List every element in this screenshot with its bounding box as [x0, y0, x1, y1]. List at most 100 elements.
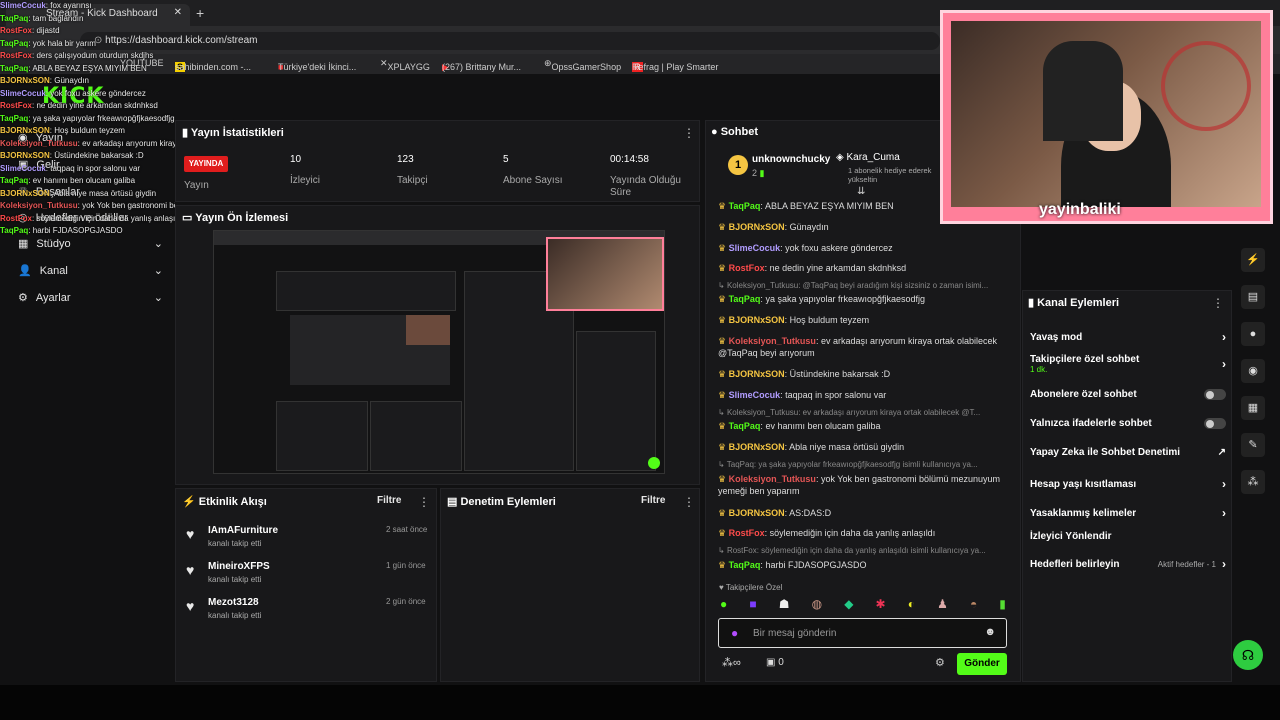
- chat-username[interactable]: BJORNxSON: [729, 315, 785, 325]
- chat-username[interactable]: BJORNxSON: [729, 508, 785, 518]
- channel-action-item[interactable]: Yalnızca ifadelerle sohbet: [1030, 418, 1226, 429]
- channel-action-item[interactable]: İzleyici Yönlendir: [1030, 531, 1226, 542]
- more-options-icon[interactable]: ⋮: [418, 495, 430, 509]
- chat-text: taqpaq in spor salonu var: [785, 390, 887, 400]
- overlay-chat-line: BJORNxSON: Hoş buldum teyzem: [0, 126, 125, 135]
- chat-username[interactable]: BJORNxSON: [729, 442, 785, 452]
- chat-username[interactable]: RostFox: [729, 528, 765, 538]
- emote-icon[interactable]: ◍: [812, 597, 822, 613]
- more-options-icon[interactable]: ⋮: [683, 495, 695, 509]
- emote-icon[interactable]: ◓: [970, 597, 977, 613]
- gift-user[interactable]: ◈ Kara_Cuma: [836, 152, 900, 163]
- broadcast-icon[interactable]: ◉: [1241, 359, 1265, 383]
- more-options-icon[interactable]: ⋮: [683, 126, 695, 140]
- chat-username[interactable]: SlimeCocuk: [729, 243, 781, 253]
- activity-panel: [175, 488, 437, 682]
- help-chat-icon[interactable]: ☊: [1233, 640, 1263, 670]
- gift-upgrade-text: 1 abonelik hediye ederek yükseltin: [848, 166, 932, 184]
- expand-icon[interactable]: ⇊: [857, 186, 865, 197]
- chat-message: ♛ SlimeCocuk: taqpaq in spor salonu var: [718, 390, 887, 400]
- chat-username[interactable]: SlimeCocuk: [729, 390, 781, 400]
- stream-preview-video[interactable]: [213, 230, 665, 474]
- overlay-chat-text: ev arkadaşı arıyorum kiraya ortak olabil…: [82, 138, 175, 148]
- users-icon[interactable]: ⁂: [1241, 470, 1265, 494]
- channel-action-item[interactable]: Takipçilere özel sohbet 1 dk. ›: [1030, 354, 1226, 374]
- stat-izleyici: 10 İzleyici: [290, 154, 321, 186]
- channel-action-item[interactable]: Yapay Zeka ile Sohbet Denetimi ↗: [1030, 447, 1226, 458]
- sidebar-item-ayarlar[interactable]: ⚙ Ayarlar ⌄: [18, 291, 163, 305]
- channel-action-label: Hedefleri belirleyin: [1030, 558, 1120, 570]
- chat-bubble-icon[interactable]: ●: [1241, 322, 1265, 346]
- chat-username[interactable]: Koleksiyon_Tutkusu: [729, 336, 816, 346]
- overlay-chat-text: yok foxu askere göndercez: [50, 88, 146, 98]
- overlay-chat-line: BJORNxSON: Abla niye masa örtüsü giydin: [0, 188, 157, 198]
- gift-counter[interactable]: ▣ 0: [766, 657, 784, 668]
- badge-icon: ♛: [718, 508, 729, 518]
- top-gifter-count: 2 ▮: [752, 168, 765, 178]
- overlay-chat-line: BJORNxSON: Üstündekine bakarsak :D: [0, 151, 144, 160]
- emote-icon[interactable]: ●: [720, 597, 727, 613]
- url-field[interactable]: ⊙ https://dashboard.kick.com/stream: [80, 32, 940, 50]
- channel-actions-title: ▮ Kanal Eylemleri: [1028, 297, 1120, 309]
- chat-input[interactable]: ● Bir mesaj gönderin ☻: [718, 618, 1007, 648]
- chat-username[interactable]: RostFox: [729, 263, 765, 273]
- emote-icon[interactable]: ◐: [908, 597, 915, 613]
- chat-text: söylemediğin için daha da yanlış anlaşıl…: [769, 528, 936, 538]
- chat-username[interactable]: Koleksiyon_Tutkusu: [729, 474, 816, 484]
- chat-username[interactable]: BJORNxSON: [729, 369, 785, 379]
- badge-icon: ♛: [718, 201, 729, 211]
- emote-icon[interactable]: ☗: [779, 597, 790, 613]
- chat-reply-preview: ↳ TaqPaq: ya şaka yapıyolar frkeawıopğfj…: [718, 460, 978, 469]
- top-gifter-name[interactable]: unknownchucky: [752, 154, 830, 165]
- wrench-icon[interactable]: ✎: [1241, 433, 1265, 457]
- chat-username[interactable]: TaqPaq: [729, 294, 761, 304]
- chat-username[interactable]: TaqPaq: [729, 560, 761, 570]
- channel-action-item[interactable]: Hesap yaşı kısıtlaması ›: [1030, 477, 1226, 491]
- bookmark-item[interactable]: ⊕ OpssGamerShop: [544, 58, 621, 72]
- chat-message: ♛ RostFox: ne dedin yine arkamdan skdnhk…: [718, 263, 907, 273]
- microphone-icon[interactable]: ●: [731, 626, 738, 640]
- bookmark-item[interactable]: ✕ XPLAYGG: [380, 58, 430, 72]
- emote-icon[interactable]: ♟: [937, 597, 948, 613]
- bolt-icon[interactable]: ⚡: [1241, 248, 1265, 272]
- chat-settings-icon[interactable]: ⚙: [935, 656, 945, 669]
- channel-action-item[interactable]: Hedefleri belirleyin Aktif hedefler - 1 ›: [1030, 557, 1226, 571]
- channel-action-label: Yapay Zeka ile Sohbet Denetimi: [1030, 447, 1181, 458]
- channel-action-label: İzleyici Yönlendir: [1030, 531, 1112, 542]
- emote-icon[interactable]: ◆: [844, 597, 853, 613]
- sidebar-item-kanal[interactable]: 👤 Kanal ⌄: [18, 264, 163, 278]
- chat-username[interactable]: TaqPaq: [729, 201, 761, 211]
- channel-action-item[interactable]: Yasaklanmış kelimeler ›: [1030, 506, 1226, 520]
- emoji-icon[interactable]: ☻: [984, 626, 996, 638]
- channel-action-item[interactable]: Abonelere özel sohbet: [1030, 389, 1226, 400]
- emote-icon[interactable]: ▮: [999, 597, 1006, 613]
- more-options-icon[interactable]: ⋮: [1212, 296, 1224, 310]
- send-button[interactable]: Gönder: [957, 653, 1007, 675]
- toggle-switch[interactable]: [1204, 389, 1226, 400]
- chat-username[interactable]: BJORNxSON: [729, 222, 785, 232]
- points-icon[interactable]: ⁂∞: [722, 656, 741, 669]
- channel-action-label: Yasaklanmış kelimeler: [1030, 507, 1137, 519]
- emote-icon[interactable]: ✱: [876, 597, 886, 613]
- overlay-chat-text: söylemediğin için daha da yanlış anlaşıl…: [36, 213, 175, 223]
- overlay-chat-line: Koleksiyon_Tutkusu: ev arkadaşı arıyorum…: [0, 138, 175, 151]
- badge-icon: ♛: [718, 442, 729, 452]
- toggle-switch[interactable]: [1204, 418, 1226, 429]
- document-icon[interactable]: ▤: [1241, 285, 1265, 309]
- layout-icon[interactable]: ▦: [1241, 396, 1265, 420]
- new-tab-button[interactable]: +: [196, 5, 204, 21]
- emote-icon[interactable]: ■: [749, 597, 756, 613]
- overlay-chat-text: tam bağlandın: [32, 13, 84, 23]
- chat-text: ABLA BEYAZ EŞYA MIYIM BEN: [764, 201, 894, 211]
- overlay-chat-line: SlimeCocuk: yok foxu askere göndercez: [0, 88, 146, 98]
- moderation-filter-button[interactable]: Filtre: [641, 495, 665, 506]
- activity-filter-button[interactable]: Filtre: [377, 495, 401, 506]
- badge-icon: ♛: [718, 369, 729, 379]
- moderation-title: ▤ Denetim Eylemleri: [447, 496, 556, 508]
- chat-message: ♛ BJORNxSON: Hoş buldum teyzem: [718, 315, 870, 325]
- activity-title: ⚡ Etkinlik Akışı: [182, 496, 267, 508]
- chat-username[interactable]: TaqPaq: [729, 421, 761, 431]
- chat-message: ♛ BJORNxSON: Üstündekine bakarsak :D: [718, 369, 891, 379]
- channel-action-item[interactable]: Yavaş mod ›: [1030, 330, 1226, 344]
- overlay-chat-user: RostFox: [0, 213, 32, 223]
